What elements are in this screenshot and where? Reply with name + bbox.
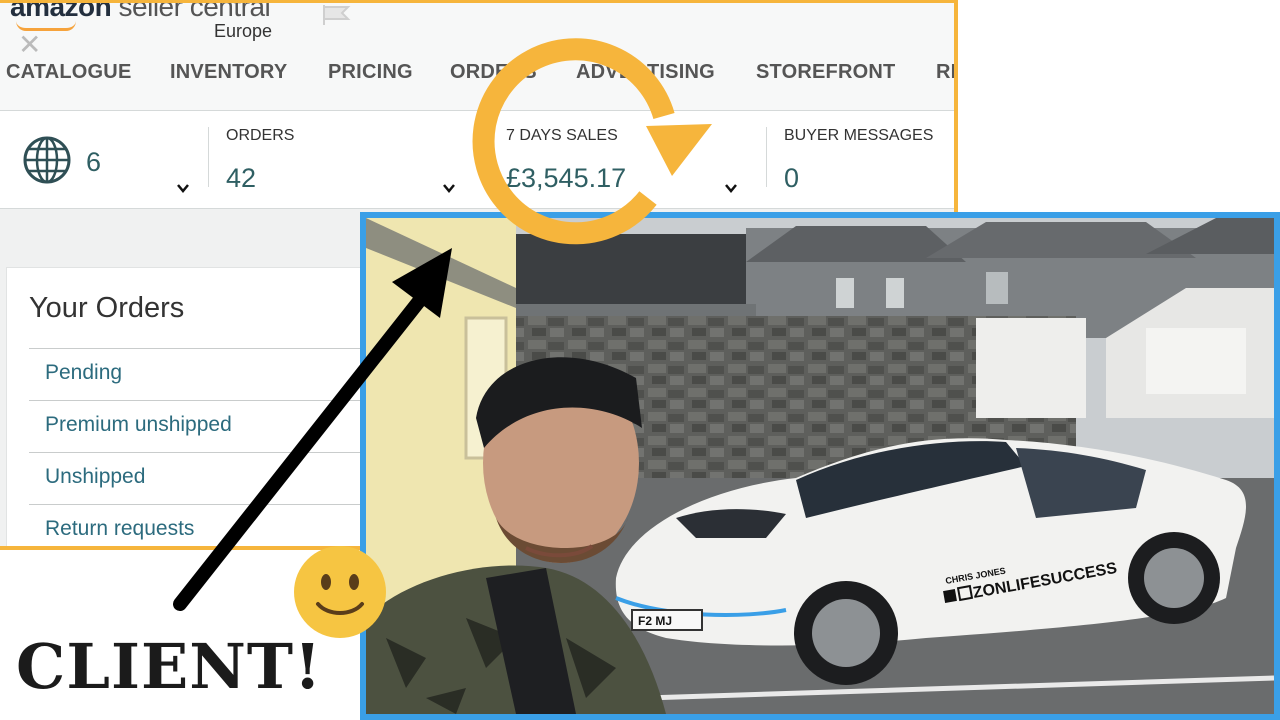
orders-link-unshipped[interactable]: Unshipped [29, 452, 363, 504]
sales-label: 7 DAYS SALES [506, 127, 618, 144]
orders-link-pending[interactable]: Pending [29, 348, 363, 400]
stat-marketplaces[interactable]: 6 [0, 111, 206, 209]
messages-count: 0 [784, 163, 800, 193]
smiley-face-icon [294, 546, 386, 638]
sales-value: £3,545.17 [506, 163, 627, 193]
divider [208, 127, 209, 187]
chevron-down-icon[interactable] [442, 181, 456, 195]
divider [766, 127, 767, 187]
link-label: Unshipped [45, 465, 146, 488]
messages-label: BUYER MESSAGES [784, 127, 934, 144]
dashboard-stats-bar: 6 ORDERS 42 7 DAYS SALES £3,545.17 BUYER… [0, 111, 954, 209]
stat-buyer-messages[interactable]: BUYER MESSAGES 0 [768, 111, 954, 209]
client-caption: CLIENT! [16, 630, 323, 703]
link-label: Premium unshipped [45, 413, 232, 436]
nav-orders[interactable]: ORDERS [450, 61, 537, 84]
brand-rest: seller central [111, 0, 271, 22]
chevron-down-icon[interactable] [176, 181, 190, 195]
selfie-with-car-illustration: CHRIS JONES ZONLIFESUCCESS F2 MJ [366, 218, 1274, 714]
orders-link-premium-unshipped[interactable]: Premium unshipped [29, 400, 363, 452]
orders-count: 42 [226, 163, 257, 193]
link-label: Pending [45, 361, 123, 384]
main-navigation: CATALOGUE INVENTORY PRICING ORDERS ADVER… [0, 61, 954, 97]
nav-storefront[interactable]: STOREFRONT [756, 61, 895, 84]
nav-catalogue[interactable]: CATALOGUE [6, 61, 132, 84]
brand-region: Europe [214, 21, 273, 41]
nav-inventory[interactable]: INVENTORY [170, 61, 287, 84]
stat-orders[interactable]: ORDERS 42 [210, 111, 486, 209]
marketplaces-count: 6 [86, 147, 102, 177]
flag-icon[interactable] [322, 5, 352, 25]
your-orders-card: Your Orders Pending Premium unshipped Un… [6, 267, 363, 546]
nav-pricing[interactable]: PRICING [328, 61, 413, 84]
facebook-icon [943, 589, 957, 603]
license-plate: F2 MJ [638, 614, 672, 628]
close-icon[interactable]: ✕ [18, 31, 41, 59]
your-orders-title: Your Orders [29, 292, 185, 324]
nav-reports[interactable]: RE [936, 61, 954, 84]
seller-central-header: amazon seller central Europe ✕ CATALOGUE… [0, 3, 954, 111]
amazon-seller-central-logo[interactable]: amazon seller central Europe [10, 0, 310, 43]
globe-icon [23, 136, 71, 184]
nav-advertising[interactable]: ADVERTISING [576, 61, 715, 84]
client-photo: CHRIS JONES ZONLIFESUCCESS F2 MJ [360, 212, 1280, 720]
stat-7-days-sales[interactable]: 7 DAYS SALES £3,545.17 [490, 111, 766, 209]
orders-label: ORDERS [226, 127, 295, 144]
divider [488, 127, 489, 187]
brand-main: amazon [10, 0, 112, 22]
chevron-down-icon[interactable] [724, 181, 738, 195]
link-label: Return requests [45, 517, 195, 540]
